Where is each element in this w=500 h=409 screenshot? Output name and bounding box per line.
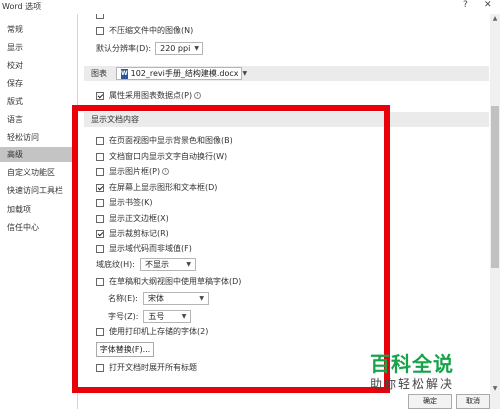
chart-header-label: 图表 — [91, 69, 107, 78]
default-resolution-row: 默认分辨率(D): 220 ppi ▼ — [96, 42, 204, 55]
cut-off-option[interactable] — [96, 14, 109, 19]
chart-property-checkbox[interactable] — [96, 91, 104, 100]
scroll-up-icon[interactable]: ▲ — [490, 14, 500, 24]
sidebar-item-addins[interactable]: 加载项 — [0, 202, 77, 217]
options-sidebar: 常规 显示 校对 保存 版式 语言 轻松访问 高级 自定义功能区 快速访问工具栏… — [0, 14, 78, 409]
chevron-down-icon: ▼ — [242, 70, 248, 77]
sidebar-item-proofing[interactable]: 校对 — [0, 58, 77, 73]
word-document-icon: W — [121, 68, 128, 79]
title-bar: Word 选项 ? ✕ — [0, 0, 500, 14]
sidebar-item-accessibility[interactable]: 轻松访问 — [0, 130, 77, 145]
highlight-annotation-box — [72, 105, 390, 393]
sidebar-item-language[interactable]: 语言 — [0, 112, 77, 127]
watermark-title: 百科全说 — [370, 352, 454, 376]
default-resolution-label: 默认分辨率(D): — [96, 44, 152, 53]
watermark-subtitle: 助你轻松解决 — [370, 377, 455, 391]
chart-property-label: 属性采用图表数据点(P) — [109, 91, 193, 100]
no-compress-checkbox[interactable] — [96, 26, 104, 35]
chart-property-option[interactable]: 属性采用图表数据点(P) i — [96, 90, 202, 101]
sidebar-item-layout[interactable]: 版式 — [0, 94, 77, 109]
sidebar-item-quick-access[interactable]: 快速访问工具栏 — [0, 183, 77, 198]
chart-document-value: 102_revi手册_结构建模.docx — [130, 69, 239, 78]
sidebar-item-display[interactable]: 显示 — [0, 40, 77, 55]
window-title: Word 选项 — [2, 2, 42, 11]
scroll-thumb[interactable] — [491, 106, 499, 268]
vertical-scrollbar[interactable]: ▲ ▼ — [490, 14, 500, 409]
close-icon[interactable]: ✕ — [484, 0, 492, 10]
default-resolution-value: 220 ppi — [160, 44, 191, 53]
sidebar-item-save[interactable]: 保存 — [0, 76, 77, 91]
chevron-down-icon: ▼ — [194, 45, 199, 52]
sidebar-item-advanced[interactable]: 高级 — [0, 147, 77, 162]
chart-document-row: W 102_revi手册_结构建模.docx ▼ — [116, 67, 247, 80]
sidebar-item-customize-ribbon[interactable]: 自定义功能区 — [0, 165, 77, 180]
no-compress-option[interactable]: 不压缩文件中的图像(N) — [96, 25, 193, 36]
sidebar-item-general[interactable]: 常规 — [0, 22, 77, 37]
default-resolution-select[interactable]: 220 ppi ▼ — [155, 42, 204, 55]
chart-document-select[interactable]: W 102_revi手册_结构建模.docx ▼ — [116, 67, 247, 80]
checkbox[interactable] — [96, 14, 104, 19]
info-icon: i — [194, 92, 202, 99]
help-icon[interactable]: ? — [463, 0, 468, 10]
watermark-logo: 百科全说 助你轻松解决 — [370, 352, 495, 402]
no-compress-label: 不压缩文件中的图像(N) — [109, 26, 194, 35]
sidebar-item-trust-center[interactable]: 信任中心 — [0, 220, 77, 235]
